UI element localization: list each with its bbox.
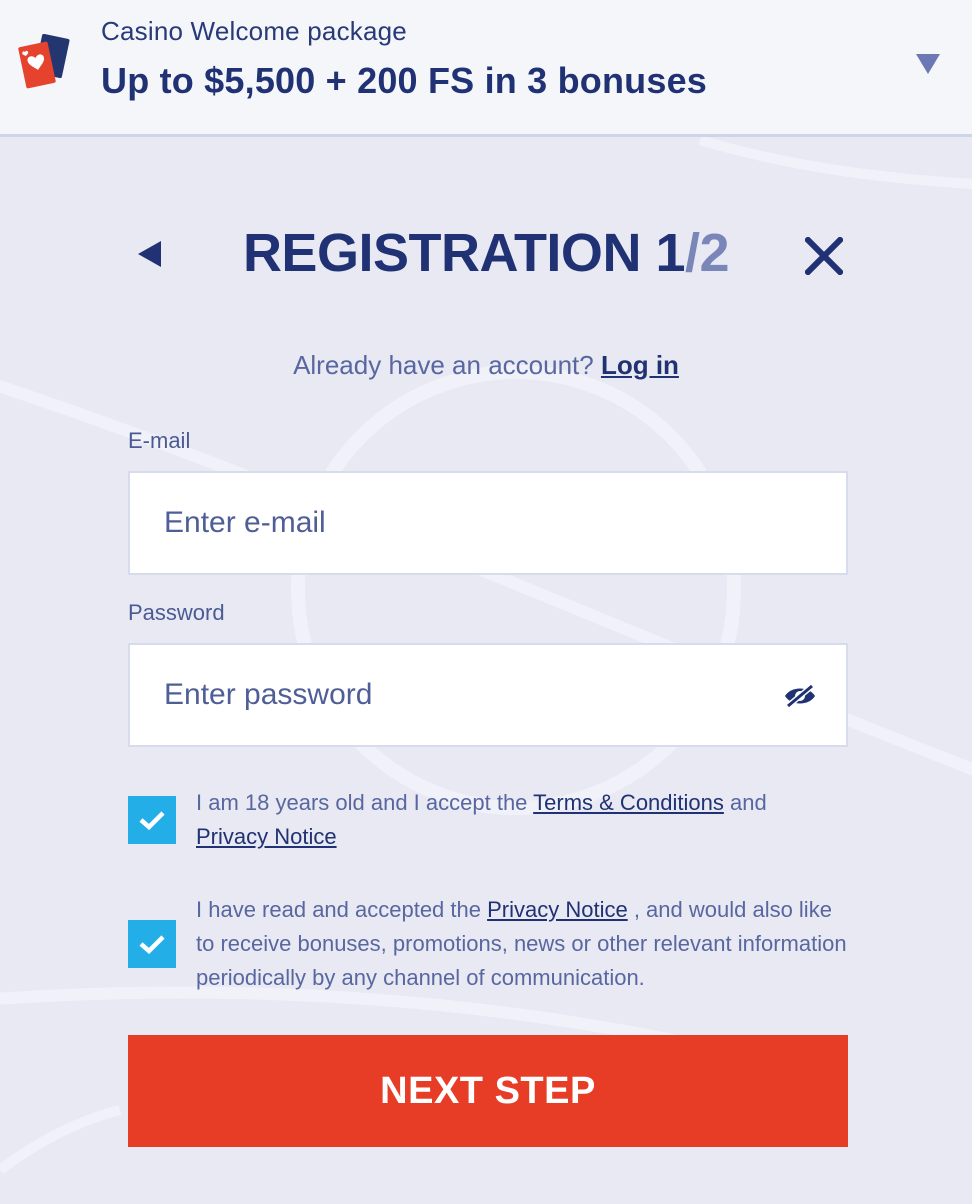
terms-consent-row: I am 18 years old and I accept the Terms… [128,786,848,856]
email-label: E-mail [128,428,191,453]
login-prompt: Already have an account? Log in [0,350,972,381]
login-link[interactable]: Log in [601,350,679,380]
promo-title: Up to $5,500 + 200 FS in 3 bonuses [101,60,708,101]
step-current: 1 [655,223,685,283]
password-field-box [128,643,848,747]
promo-subtitle: Casino Welcome package [101,16,407,46]
marketing-privacy-notice-link[interactable]: Privacy Notice [487,897,628,922]
marketing-checkbox[interactable] [128,920,176,968]
email-field[interactable] [130,473,846,573]
privacy-notice-link[interactable]: Privacy Notice [196,824,337,849]
back-button[interactable] [124,228,176,280]
terms-text-middle: and [723,790,767,815]
next-step-button[interactable]: NEXT STEP [128,1035,848,1147]
password-field[interactable] [130,645,846,745]
checkmark-icon [139,935,165,954]
triangle-left-icon [138,241,161,267]
registration-title: REGISTRATION 1/2 [200,222,772,284]
welcome-package-banner[interactable]: Casino Welcome package Up to $5,500 + 20… [0,0,972,137]
password-label: Password [128,600,225,625]
marketing-consent-row: I have read and accepted the Privacy Not… [128,893,848,997]
close-button[interactable] [798,230,850,282]
playing-cards-icon [18,33,70,90]
close-icon [805,237,843,275]
eye-hidden-icon[interactable] [780,679,820,713]
step-total: /2 [685,223,730,283]
terms-consent-text: I am 18 years old and I accept the Terms… [196,786,848,854]
checkmark-icon [139,811,165,830]
login-prompt-text: Already have an account? [293,350,594,380]
marketing-text-before: I have read and accepted the [196,897,488,922]
triangle-down-icon[interactable] [904,44,952,84]
terms-conditions-link[interactable]: Terms & Conditions [533,790,724,815]
terms-checkbox[interactable] [128,796,176,844]
marketing-consent-text: I have read and accepted the Privacy Not… [196,893,848,995]
email-field-box [128,471,848,575]
terms-text-before: I am 18 years old and I accept the [196,790,534,815]
registration-title-text: REGISTRATION [242,223,642,283]
